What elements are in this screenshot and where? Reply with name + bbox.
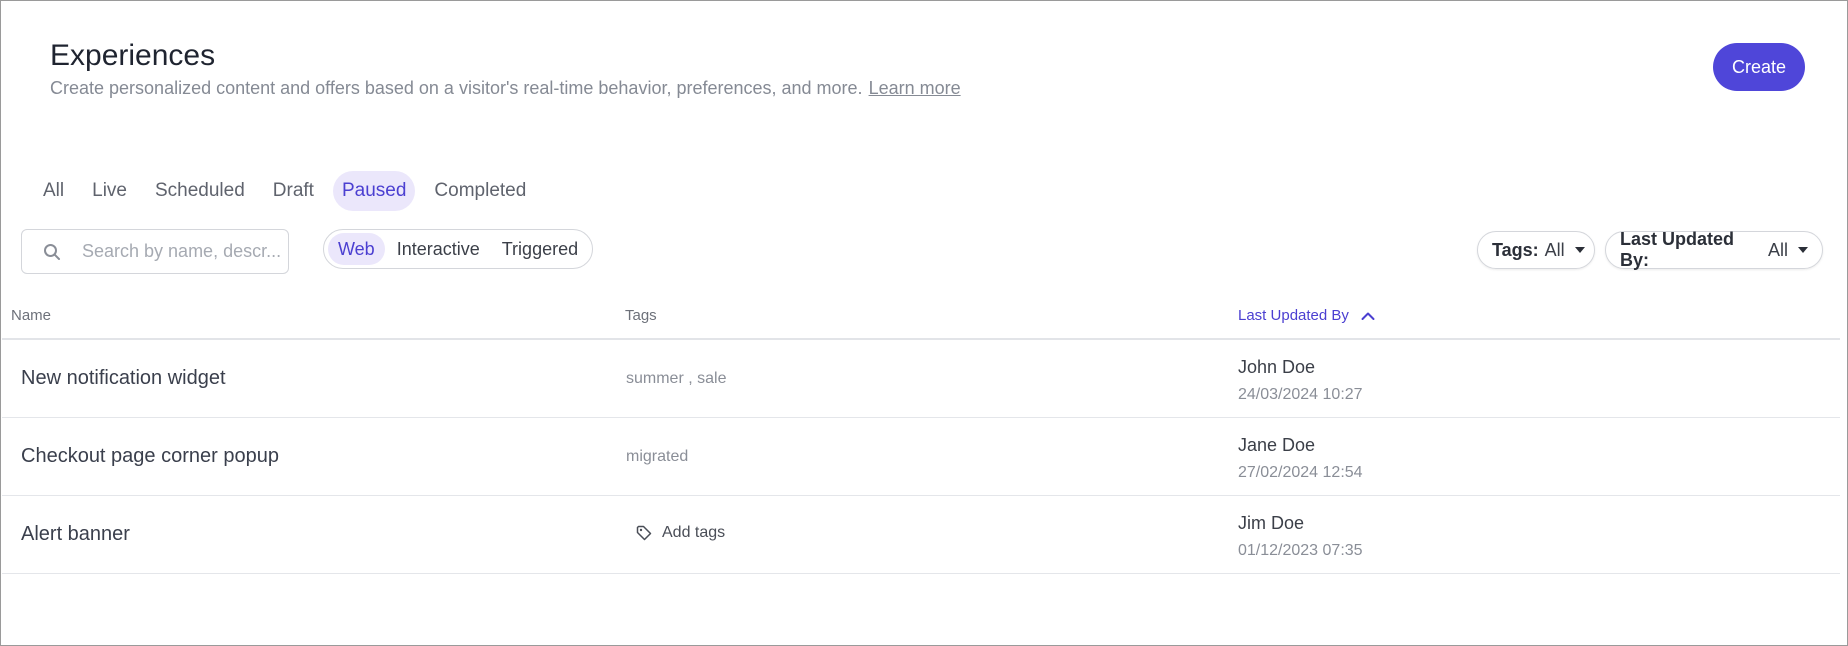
tag-icon [636, 525, 652, 541]
type-filter-group: Web Interactive Triggered [323, 229, 593, 269]
column-header-last-updated-label: Last Updated By [1238, 307, 1349, 324]
caret-down-icon [1798, 247, 1808, 253]
table-row[interactable]: Alert banner Add tags Jim Doe 01/12/2023… [2, 496, 1840, 574]
last-updated-user: Jim Doe [1238, 513, 1305, 533]
status-tabs: All Live Scheduled Draft Paused Complete… [34, 171, 535, 211]
page-subtitle: Create personalized content and offers b… [50, 78, 961, 99]
experience-name[interactable]: Checkout page corner popup [21, 445, 279, 468]
updated-filter-value: All [1767, 239, 1788, 260]
table-row[interactable]: New notification widget summer , sale Jo… [2, 340, 1840, 418]
column-header-last-updated[interactable]: Last Updated By [1238, 307, 1375, 324]
search-input[interactable] [82, 241, 288, 262]
column-header-name[interactable]: Name [11, 307, 51, 324]
tab-scheduled[interactable]: Scheduled [146, 171, 254, 211]
add-tags-button[interactable]: Add tags [636, 524, 725, 542]
experience-tags: migrated [626, 448, 689, 465]
chevron-up-icon [1361, 312, 1375, 320]
tags-filter-value: All [1544, 239, 1565, 260]
last-updated-date: 24/03/2024 10:27 [1238, 386, 1363, 403]
type-web[interactable]: Web [328, 233, 385, 265]
updated-filter-label: Last Updated By: [1620, 229, 1735, 270]
tab-live[interactable]: Live [83, 171, 136, 211]
add-tags-label: Add tags [662, 524, 726, 541]
type-interactive[interactable]: Interactive [387, 233, 490, 265]
tab-paused[interactable]: Paused [332, 171, 416, 211]
app-frame: Experiences Create personalized content … [0, 0, 1848, 646]
experience-name[interactable]: New notification widget [21, 367, 226, 390]
table-row[interactable]: Checkout page corner popup migrated Jane… [2, 418, 1840, 496]
last-updated-date: 27/02/2024 12:54 [1238, 464, 1363, 481]
last-updated-user: Jane Doe [1238, 435, 1316, 455]
tags-filter-label: Tags: [1492, 239, 1539, 260]
column-header-tags[interactable]: Tags [625, 307, 657, 324]
last-updated-date: 01/12/2023 07:35 [1238, 542, 1363, 559]
learn-more-link[interactable]: Learn more [869, 78, 961, 98]
page-title: Experiences [50, 39, 216, 72]
tab-all[interactable]: All [34, 171, 73, 211]
experience-name[interactable]: Alert banner [21, 523, 130, 546]
caret-down-icon [1574, 247, 1585, 253]
search-box [21, 229, 289, 274]
tab-draft[interactable]: Draft [264, 171, 323, 211]
create-button[interactable]: Create [1713, 43, 1805, 91]
experience-tags: summer , sale [626, 370, 727, 387]
last-updated-user: John Doe [1238, 357, 1316, 377]
subtitle-text: Create personalized content and offers b… [50, 78, 863, 98]
type-triggered[interactable]: Triggered [492, 233, 588, 265]
search-icon [42, 242, 62, 262]
tab-completed[interactable]: Completed [425, 171, 535, 211]
updated-filter-dropdown[interactable]: Last Updated By: All [1605, 229, 1823, 270]
tags-filter-dropdown[interactable]: Tags: All [1477, 231, 1595, 269]
